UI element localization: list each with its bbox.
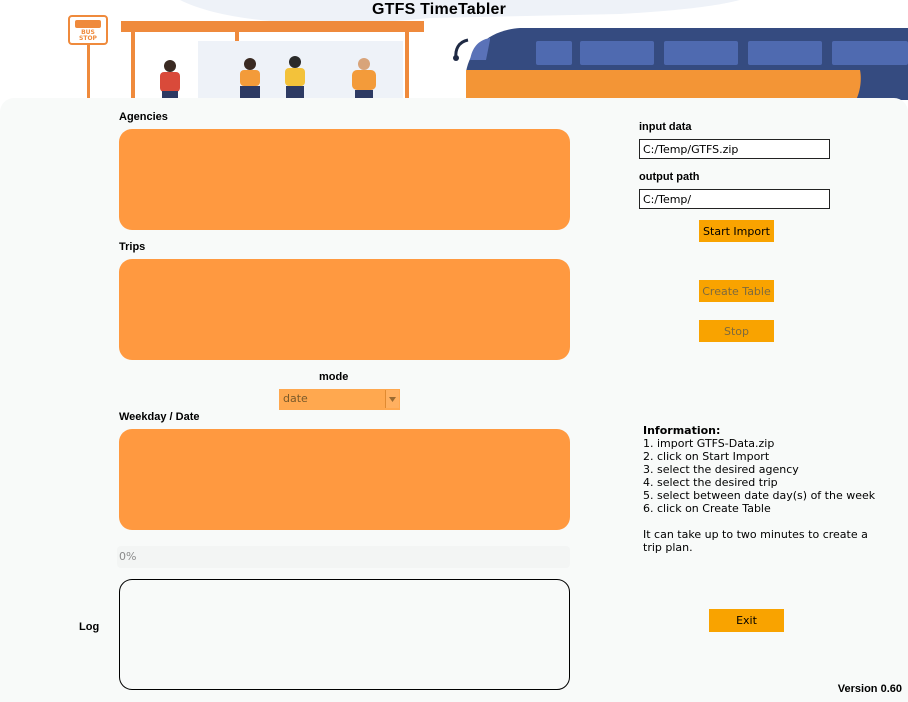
start-import-button[interactable]: Start Import [699,220,774,242]
log-textarea[interactable] [119,579,570,690]
output-path-label: output path [639,171,700,183]
log-label: Log [79,621,100,633]
bus-stop-sign-line2: STOP [79,35,97,42]
progress-text: 0% [119,550,137,563]
exit-button[interactable]: Exit [709,609,784,632]
information-panel: Information: 1. import GTFS-Data.zip 2. … [643,424,875,554]
progress-bar: 0% [117,546,570,568]
create-table-button[interactable]: Create Table [699,280,774,302]
input-data-label: input data [639,121,692,133]
mode-label: mode [319,371,349,383]
information-step: 5. select between date day(s) of the wee… [643,489,876,502]
app-title: GTFS TimeTabler [372,1,506,18]
output-path-field[interactable] [639,189,830,209]
information-step: 6. click on Create Table [643,502,771,515]
information-step: 1. import GTFS-Data.zip [643,437,775,450]
agencies-list[interactable] [119,129,570,230]
weekday-date-list[interactable] [119,429,570,530]
agencies-label: Agencies [119,111,168,123]
input-data-field[interactable] [639,139,830,159]
information-step: 2. click on Start Import [643,450,770,463]
trips-label: Trips [119,241,146,253]
trips-list[interactable] [119,259,570,360]
mode-select-value: date [283,392,308,405]
chevron-down-icon[interactable] [385,390,399,408]
information-title: Information: [643,424,721,437]
version-label: Version 0.60 [837,683,902,695]
mode-select[interactable]: date [279,389,400,410]
weekday-date-label: Weekday / Date [119,411,200,423]
information-step: 4. select the desired trip [643,476,778,489]
train-illustration [453,28,908,100]
stop-button[interactable]: Stop [699,320,774,342]
information-step: 3. select the desired agency [643,463,799,476]
bus-stop-sign: BUS STOP [69,30,107,42]
information-note-line2: trip plan. [643,541,693,554]
information-note-line1: It can take up to two minutes to create … [643,528,868,541]
